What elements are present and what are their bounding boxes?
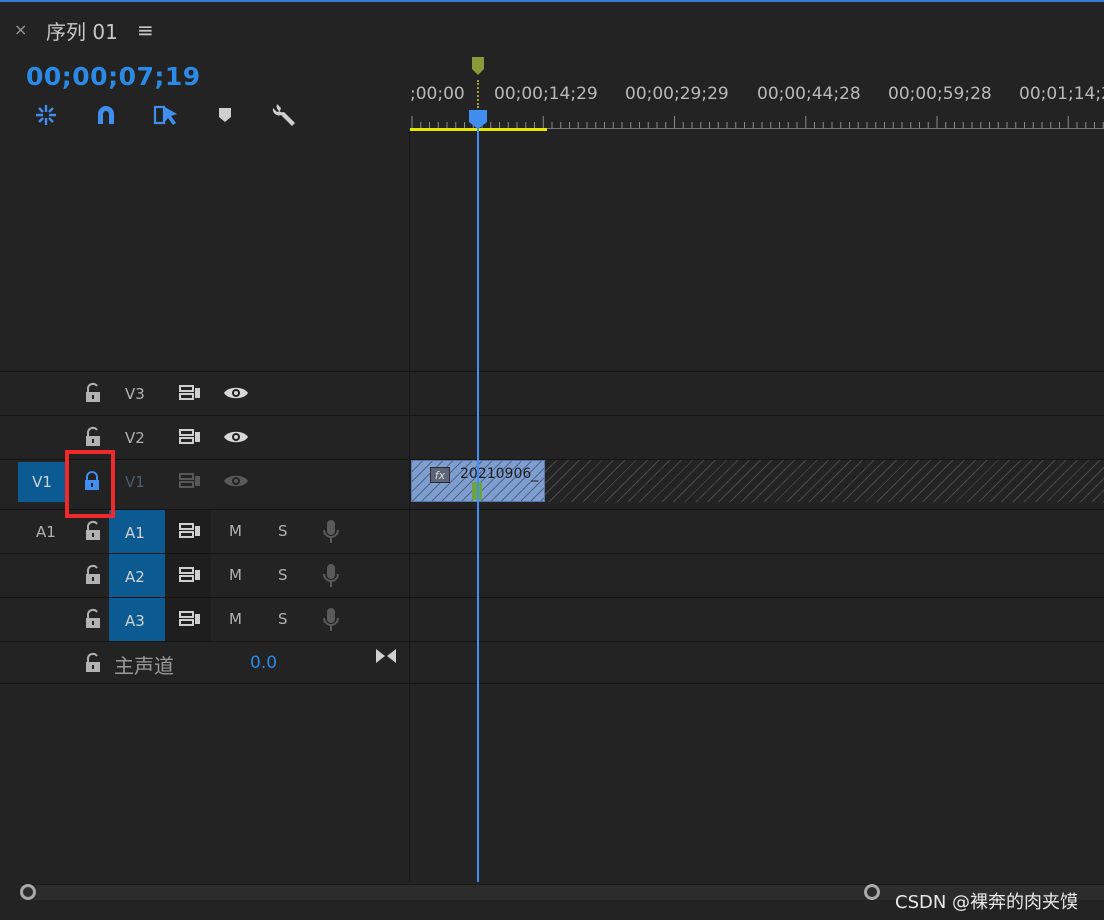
track-label: A1 <box>125 524 145 542</box>
track-row-v2[interactable]: V2 <box>0 415 1104 458</box>
track-label: V2 <box>125 429 145 447</box>
lock-open-icon[interactable] <box>84 564 102 586</box>
eye-icon[interactable] <box>223 472 249 490</box>
track-row-a3[interactable]: A3 M S <box>0 597 1104 641</box>
mic-icon[interactable] <box>322 607 340 633</box>
track-row-v3[interactable]: V3 <box>0 371 1104 414</box>
sync-lock-icon[interactable] <box>178 384 202 402</box>
sync-lock-icon[interactable] <box>178 472 202 490</box>
ruler-label: 00;00;44;28 <box>757 84 861 104</box>
wrench-settings-icon[interactable] <box>268 98 302 132</box>
track-header-a3: A3 M S <box>0 598 409 641</box>
track-label: A2 <box>125 568 145 586</box>
mute-button[interactable]: M <box>229 522 242 540</box>
solo-button[interactable]: S <box>278 566 288 584</box>
mic-icon[interactable] <box>322 519 340 545</box>
sequence-tab-title[interactable]: 序列 01 <box>46 16 118 45</box>
track-label: V3 <box>125 385 145 403</box>
eye-icon[interactable] <box>223 384 249 402</box>
sync-lock-icon[interactable] <box>178 522 202 540</box>
timeline-toolbar <box>0 98 410 132</box>
lock-open-icon[interactable] <box>84 520 102 542</box>
solo-button[interactable]: S <box>278 610 288 628</box>
panel-header: × 序列 01 ≡ <box>0 6 1104 52</box>
track-header-v2: V2 <box>0 416 409 459</box>
eye-icon[interactable] <box>223 428 249 446</box>
mute-button[interactable]: M <box>229 566 242 584</box>
clip-name: 20210906_ <box>460 466 539 482</box>
ruler-label: 00;00;29;29 <box>625 84 729 104</box>
scroll-handle-right[interactable] <box>864 884 880 900</box>
sync-lock-icon[interactable] <box>178 428 202 446</box>
clip-hatched-region <box>545 460 1104 502</box>
panel-top-border <box>0 0 1104 4</box>
linked-selection-icon[interactable] <box>149 98 183 132</box>
ruler-label: 00;00;59;28 <box>888 84 992 104</box>
playhead-handle[interactable] <box>467 108 489 130</box>
nest-toggle-icon[interactable] <box>29 98 63 132</box>
source-patch-a1[interactable]: A1 <box>36 523 56 541</box>
close-tab-button[interactable]: × <box>14 20 27 39</box>
track-header-a1: A1 A1 M S <box>0 510 409 553</box>
track-header-a2: A2 M S <box>0 554 409 597</box>
track-row-a2[interactable]: A2 M S <box>0 553 1104 597</box>
lock-open-icon[interactable] <box>84 652 102 674</box>
master-track-label: 主声道 <box>114 654 174 678</box>
marker-icon[interactable] <box>471 56 485 78</box>
master-track-row[interactable]: 主声道 0.0 <box>0 641 1104 684</box>
marker-dotted-line <box>477 80 479 108</box>
track-header-v1: V1 V1 <box>0 460 409 503</box>
bowtie-go-to-icon[interactable] <box>374 647 398 665</box>
time-ruler[interactable]: ;00;00 00;00;14;29 00;00;29;29 00;00;44;… <box>410 60 1104 132</box>
ruler-label: ;00;00 <box>410 84 465 104</box>
lock-open-icon[interactable] <box>84 608 102 630</box>
ruler-label: 00;00;14;29 <box>494 84 598 104</box>
track-row-a1[interactable]: A1 A1 M S <box>0 509 1104 553</box>
mic-icon[interactable] <box>322 563 340 589</box>
ruler-label: 00;01;14;2 <box>1019 84 1104 104</box>
master-volume-value[interactable]: 0.0 <box>250 653 277 673</box>
highlight-box <box>65 450 115 518</box>
track-header-v3: V3 <box>0 372 409 415</box>
lock-open-icon[interactable] <box>84 382 102 404</box>
lock-open-icon[interactable] <box>84 426 102 448</box>
sync-lock-icon[interactable] <box>178 566 202 584</box>
track-label: A3 <box>125 612 145 630</box>
source-patch-v1[interactable]: V1 <box>18 462 66 502</box>
fx-badge: fx <box>430 467 450 483</box>
sync-lock-icon[interactable] <box>178 610 202 628</box>
watermark: CSDN @裸奔的肉夹馍 <box>895 892 1079 913</box>
snap-magnet-icon[interactable] <box>89 98 123 132</box>
playhead-timecode[interactable]: 00;00;07;19 <box>26 62 201 91</box>
panel-menu-icon[interactable]: ≡ <box>137 18 154 42</box>
scroll-handle-left[interactable] <box>20 884 36 900</box>
target-patch-a3[interactable]: A3 <box>109 598 165 641</box>
add-marker-icon[interactable] <box>208 98 242 132</box>
target-patch-a1[interactable]: A1 <box>109 510 165 553</box>
target-patch-a2[interactable]: A2 <box>109 554 165 597</box>
solo-button[interactable]: S <box>278 522 288 540</box>
track-header-divider <box>409 132 410 882</box>
mute-button[interactable]: M <box>229 610 242 628</box>
track-label: V1 <box>125 473 145 491</box>
playhead-line[interactable] <box>477 120 479 882</box>
